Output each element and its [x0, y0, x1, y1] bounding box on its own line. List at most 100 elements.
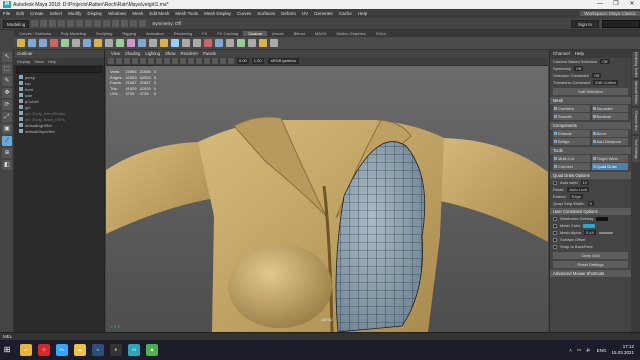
menu-surfaces[interactable]: Surfaces — [254, 11, 278, 16]
shelf-tool-icon[interactable] — [270, 39, 278, 47]
shelf-tool-icon[interactable] — [61, 39, 69, 47]
shelf-tool-icon[interactable] — [204, 39, 212, 47]
windows-start-icon[interactable]: ⊞ — [0, 340, 14, 360]
save-scene-icon[interactable] — [49, 20, 57, 27]
camera-lock-icon[interactable] — [116, 58, 122, 64]
toolbox-tool-icon[interactable]: ↖ — [2, 52, 12, 62]
select-by-component-icon[interactable] — [94, 20, 102, 27]
side-tab-attribute-editor[interactable]: Attribute Editor — [632, 80, 639, 106]
menu-modify[interactable]: Modify — [65, 11, 84, 16]
open-scene-icon[interactable] — [40, 20, 48, 27]
snap-grid-icon[interactable] — [103, 20, 111, 27]
toolbox-tool-icon[interactable]: ⬚ — [2, 64, 12, 74]
render-icon[interactable] — [130, 20, 138, 27]
shelf-tab-custom[interactable]: Custom — [243, 31, 268, 36]
quad-strip-field[interactable]: 0 — [587, 201, 594, 206]
photoshop-icon[interactable]: Ps — [56, 344, 68, 356]
shelf-tool-icon[interactable] — [105, 39, 113, 47]
mesh-alpha-slider[interactable] — [598, 231, 613, 234]
shadows-icon[interactable] — [212, 58, 218, 64]
option-value-dropdown[interactable]: Off — [574, 66, 584, 71]
shelf-tab-xgen[interactable]: XGen — [371, 31, 391, 36]
smooth-button[interactable]: Smooth — [553, 113, 590, 120]
menu-generate[interactable]: Generate — [311, 11, 336, 16]
shelf-tool-icon[interactable] — [248, 39, 256, 47]
tray-chevron-icon[interactable]: ˄ — [569, 348, 572, 353]
shelf-tab-motion-graphics[interactable]: Motion Graphics — [332, 31, 371, 36]
quad-draw-button[interactable]: Quad Draw — [591, 163, 628, 170]
menu-cache[interactable]: Cache — [336, 11, 355, 16]
toolbox-tool-icon[interactable]: ⟳ — [2, 100, 12, 110]
mesh-color-checkbox[interactable] — [553, 223, 557, 228]
menu-create[interactable]: Create — [27, 11, 47, 16]
mesh-section-header[interactable]: Mesh — [550, 97, 631, 104]
shelf-tab-rigging[interactable]: Rigging — [117, 31, 141, 36]
combine-button[interactable]: Combine — [553, 105, 590, 112]
symmetry-status[interactable]: Symmetry: Off — [152, 21, 181, 26]
grid-toggle-icon[interactable] — [148, 58, 154, 64]
image-plane-icon[interactable] — [140, 58, 146, 64]
viewport-menu-show[interactable]: Show — [165, 51, 175, 56]
shelf-tab-animation[interactable]: Animation — [141, 31, 169, 36]
shelf-tool-icon[interactable] — [182, 39, 190, 47]
add-divisions-button[interactable]: Add Divisions — [591, 138, 628, 145]
shelf-tool-icon[interactable] — [116, 39, 124, 47]
menu-edit-mesh[interactable]: Edit Mesh — [146, 11, 172, 16]
shelf-tab-poly-modeling[interactable]: Poly Modeling — [56, 31, 91, 36]
menu-mesh-tools[interactable]: Mesh Tools — [172, 11, 201, 16]
option-value-dropdown[interactable]: Off — [600, 59, 610, 64]
shelf-tool-icon[interactable] — [83, 39, 91, 47]
shelf-tab-fx[interactable]: FX — [197, 31, 212, 36]
shelf-tab-mash[interactable]: MASH — [310, 31, 332, 36]
smooth-shade-icon[interactable] — [180, 58, 186, 64]
auto-weld-field[interactable]: 10 — [580, 180, 590, 185]
close-button[interactable]: ✕ — [624, 0, 640, 9]
toolbox-tool-icon[interactable]: ▣ — [2, 124, 12, 134]
shelf-tab-fx-caching[interactable]: FX Caching — [212, 31, 243, 36]
toolbox-tool-icon[interactable]: ⤢ — [2, 112, 12, 122]
snap-curve-icon[interactable] — [112, 20, 120, 27]
wireframe-on-shaded-icon[interactable] — [188, 58, 194, 64]
mesh-alpha-field[interactable]: 0.44 — [583, 230, 596, 235]
shelf-tool-icon[interactable] — [28, 39, 36, 47]
snap-backface-checkbox[interactable] — [553, 244, 557, 249]
extend-dropdown[interactable]: Edge — [569, 194, 583, 199]
toolbox-tool-icon[interactable]: ✥ — [2, 88, 12, 98]
camera-attributes-icon[interactable] — [124, 58, 130, 64]
lights-icon[interactable] — [204, 58, 210, 64]
shelf-tool-icon[interactable] — [149, 39, 157, 47]
quad-draw-options-header[interactable]: Quad Draw Options — [550, 172, 631, 179]
tab-channel[interactable]: Channel — [553, 50, 570, 58]
wireframe-color-swatch[interactable] — [596, 216, 609, 221]
auto-weld-checkbox[interactable] — [553, 180, 557, 185]
target-weld-button[interactable]: Target Weld — [591, 155, 628, 162]
steam-icon[interactable]: ♨ — [92, 344, 104, 356]
connect-button[interactable]: Connect — [553, 163, 590, 170]
menu-edit[interactable]: Edit — [13, 11, 27, 16]
camera-select-icon[interactable] — [108, 58, 114, 64]
network-icon[interactable]: ▭ — [577, 347, 581, 353]
menu-display[interactable]: Display — [84, 11, 105, 16]
textured-icon[interactable] — [196, 58, 202, 64]
shelf-tool-icon[interactable] — [193, 39, 201, 47]
viewport-menu-panels[interactable]: Panels — [203, 51, 216, 56]
menu-mesh-display[interactable]: Mesh Display — [201, 11, 234, 16]
shelf-tool-icon[interactable] — [259, 39, 267, 47]
command-line[interactable]: MEL — [0, 332, 640, 340]
shelf-tool-icon[interactable] — [160, 39, 168, 47]
ipr-render-icon[interactable] — [139, 20, 147, 27]
advanced-shortcuts-header[interactable]: Advanced Mouse Shortcuts — [550, 270, 631, 277]
language-indicator[interactable]: ENG — [597, 348, 607, 353]
menu-mesh[interactable]: Mesh — [129, 11, 146, 16]
tools-section-header[interactable]: Tools — [550, 147, 631, 154]
mesh-alpha-checkbox[interactable] — [553, 230, 557, 235]
menu-file[interactable]: File — [0, 11, 13, 16]
wireframe-checkbox[interactable] — [553, 216, 557, 221]
bridge-button[interactable]: Bridge — [553, 138, 590, 145]
toolbox-tool-icon[interactable]: ✎ — [2, 76, 12, 86]
maximize-button[interactable]: ❐ — [608, 0, 624, 9]
side-tab-tool-settings[interactable]: Tool Settings — [632, 136, 639, 162]
film-gate-icon[interactable] — [156, 58, 162, 64]
multi-cut-button[interactable]: Multi-Cut — [553, 155, 590, 162]
menu-select[interactable]: Select — [47, 11, 66, 16]
